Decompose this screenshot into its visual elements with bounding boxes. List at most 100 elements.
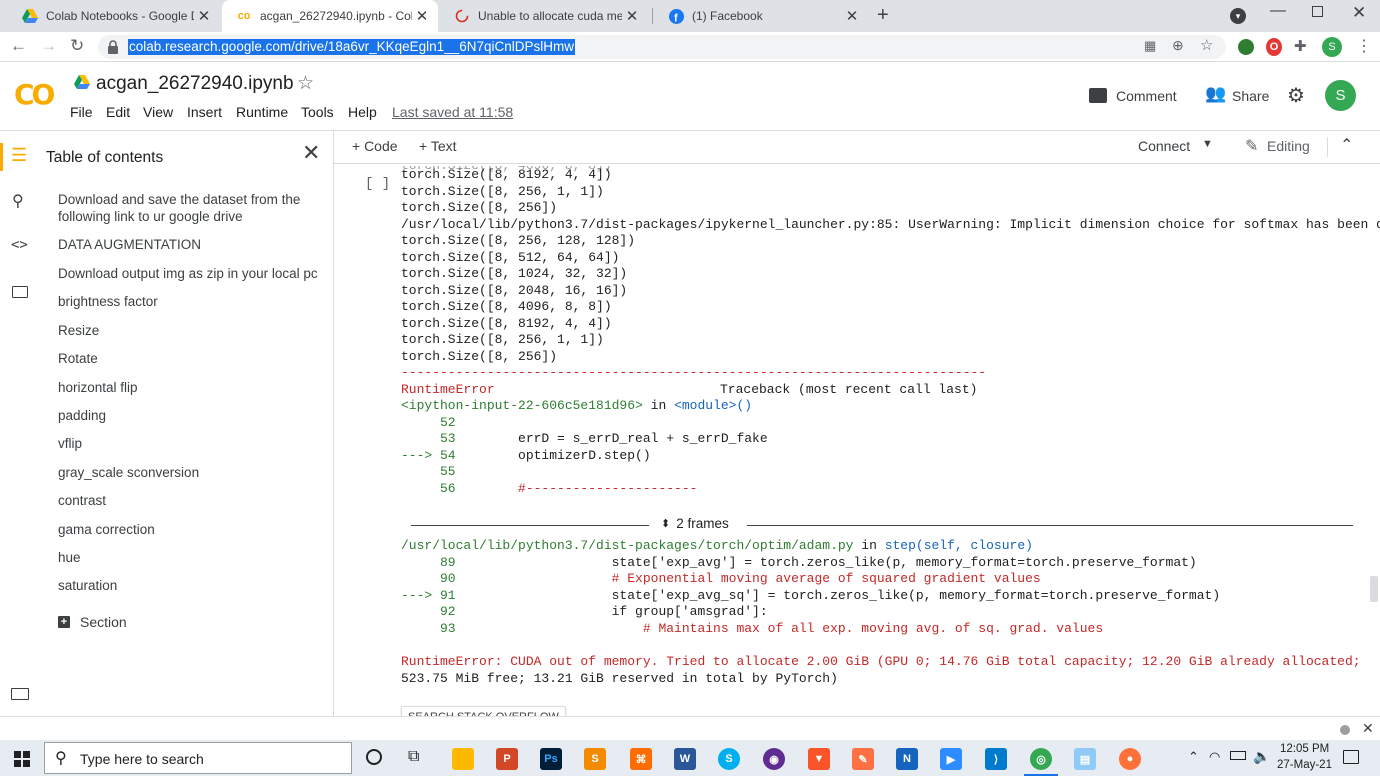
address-bar[interactable]: colab.research.google.com/drive/18a6vr_K… [98, 35, 1226, 59]
menu-runtime[interactable]: Runtime [236, 104, 288, 120]
back-arrow-icon[interactable]: ← [10, 36, 27, 56]
toc-item[interactable]: Rotate [58, 350, 98, 367]
powerpoint-icon[interactable]: P [496, 748, 518, 770]
toc-item[interactable]: Resize [58, 322, 99, 339]
menu-edit[interactable]: Edit [106, 104, 130, 120]
forward-arrow-icon[interactable]: → [40, 36, 57, 56]
qr-code-icon[interactable]: ▦ [1144, 38, 1156, 54]
skype-icon[interactable]: S [718, 748, 740, 770]
tab-stackoverflow[interactable]: Unable to allocate cuda memory, ✕ [440, 0, 648, 32]
search-icon[interactable]: ⚲ [12, 191, 24, 211]
settings-gear-icon[interactable]: ⚙ [1287, 83, 1305, 108]
toc-item[interactable]: brightness factor [58, 293, 158, 310]
zoom-icon[interactable]: ⊕ [1172, 37, 1184, 54]
reload-icon[interactable]: ↻ [70, 36, 84, 56]
close-status-icon[interactable]: ✕ [1362, 720, 1374, 737]
menu-file[interactable]: File [70, 104, 93, 120]
zoom-meetings-icon[interactable]: ▶ [940, 748, 962, 770]
minimize-button[interactable]: — [1270, 2, 1286, 20]
close-icon[interactable]: ✕ [622, 7, 642, 25]
wifi-icon[interactable]: ◠ [1209, 749, 1220, 765]
word-icon[interactable]: W [674, 748, 696, 770]
tab-colab[interactable]: co acgan_26272940.ipynb - Colabora ✕ [222, 0, 438, 32]
tor-browser-icon[interactable]: ◉ [763, 748, 785, 770]
app-icon[interactable]: N [896, 748, 918, 770]
menu-help[interactable]: Help [348, 104, 377, 120]
menu-insert[interactable]: Insert [187, 104, 222, 120]
connect-button[interactable]: Connect [1138, 138, 1190, 154]
app-icon[interactable]: ✎ [852, 748, 874, 770]
search-stack-overflow-button[interactable]: SEARCH STACK OVERFLOW [401, 706, 566, 716]
code-snippets-icon[interactable]: <> [11, 237, 28, 253]
app-icon[interactable]: ▤ [1074, 748, 1096, 770]
cell-run-indicator[interactable]: [ ] [365, 176, 390, 192]
vscode-icon[interactable]: ⟩ [985, 748, 1007, 770]
more-vert-icon[interactable]: ⋮ [1356, 36, 1372, 56]
add-section-button[interactable]: + Section [58, 614, 127, 630]
close-icon[interactable]: ✕ [194, 7, 214, 25]
battery-icon[interactable] [1230, 751, 1246, 760]
tab-google-drive[interactable]: Colab Notebooks - Google Drive ✕ [8, 0, 220, 32]
user-avatar[interactable]: S [1325, 80, 1356, 111]
firefox-icon[interactable]: ● [1119, 748, 1141, 770]
volume-icon[interactable]: 🔈 [1253, 748, 1270, 765]
sublime-icon[interactable]: S [584, 748, 606, 770]
clock-time[interactable]: 12:05 PM [1280, 743, 1329, 755]
app-icon[interactable]: ⌘ [630, 748, 652, 770]
notebook-title[interactable]: acgan_26272940.ipynb [96, 73, 294, 95]
share-people-icon[interactable]: 👥 [1205, 84, 1226, 104]
frames-toggle[interactable]: ⬍ 2 frames [661, 516, 729, 531]
bookmark-star-icon[interactable]: ☆ [1200, 36, 1213, 54]
file-explorer-icon[interactable] [452, 748, 474, 770]
toc-item[interactable]: padding [58, 407, 106, 424]
close-icon[interactable]: ✕ [412, 7, 432, 25]
star-icon[interactable]: ☆ [297, 72, 314, 95]
scrollbar-thumb[interactable] [1370, 576, 1378, 602]
folder-icon[interactable] [12, 286, 28, 298]
clock-date[interactable]: 27-May-21 [1277, 759, 1332, 771]
taskbar-search-box[interactable]: ⚲ Type here to search [44, 742, 352, 774]
extension-globe-icon[interactable] [1238, 39, 1254, 55]
windows-start-icon[interactable] [14, 751, 30, 767]
close-icon[interactable]: ✕ [842, 7, 862, 25]
menu-view[interactable]: View [143, 104, 173, 120]
restore-button[interactable] [1312, 6, 1323, 17]
colab-logo[interactable]: CO [14, 78, 55, 111]
cortana-icon[interactable] [366, 749, 382, 765]
add-code-button[interactable]: + Code [352, 138, 398, 154]
editing-mode-button[interactable]: Editing [1267, 138, 1310, 154]
notifications-icon[interactable] [1343, 750, 1359, 764]
url-text[interactable]: colab.research.google.com/drive/18a6vr_K… [128, 39, 575, 55]
toc-item[interactable]: gray_scale sconversion [58, 464, 199, 481]
share-button[interactable]: Share [1232, 88, 1269, 104]
close-panel-icon[interactable]: ✕ [302, 140, 320, 166]
toc-list-icon[interactable]: ☰ [11, 145, 27, 166]
toc-item[interactable]: Download output img as zip in your local… [58, 265, 318, 282]
puzzle-extensions-icon[interactable]: ✚ [1294, 37, 1307, 55]
photoshop-icon[interactable]: Ps [540, 748, 562, 770]
toc-item[interactable]: saturation [58, 577, 117, 594]
toc-item[interactable]: hue [58, 549, 81, 566]
lock-icon[interactable] [107, 40, 119, 54]
menu-tools[interactable]: Tools [301, 104, 334, 120]
brave-icon[interactable]: ▼ [808, 748, 830, 770]
toc-item[interactable]: Download and save the dataset from the [58, 191, 300, 208]
toc-item[interactable]: gama correction [58, 521, 155, 538]
collapse-chevron-icon[interactable]: ⌃ [1340, 135, 1353, 155]
tab-search-icon[interactable]: ▾ [1230, 8, 1246, 24]
last-saved-link[interactable]: Last saved at 11:58 [392, 104, 513, 120]
task-view-icon[interactable]: ⧉ [408, 748, 419, 766]
opera-extension-icon[interactable]: O [1266, 38, 1282, 56]
toc-item[interactable]: DATA AUGMENTATION [58, 236, 201, 253]
toc-item[interactable]: horizontal flip [58, 379, 138, 396]
comment-icon[interactable] [1089, 88, 1107, 103]
tab-facebook[interactable]: f (1) Facebook ✕ [654, 0, 868, 32]
window-close-button[interactable]: ✕ [1352, 3, 1366, 23]
toc-item[interactable]: contrast [58, 492, 106, 509]
profile-avatar[interactable]: S [1322, 37, 1342, 57]
connect-dropdown-icon[interactable]: ▼ [1202, 138, 1213, 150]
toc-item[interactable]: following link to ur google drive [58, 208, 243, 225]
toc-item[interactable]: vflip [58, 435, 82, 452]
comment-button[interactable]: Comment [1116, 88, 1177, 104]
add-text-button[interactable]: + Text [419, 138, 457, 154]
